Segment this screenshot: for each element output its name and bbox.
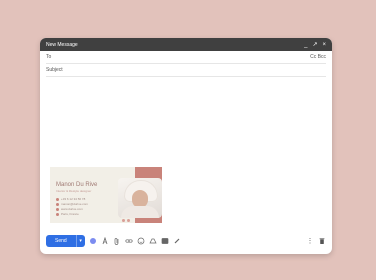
mail-icon: [56, 202, 59, 206]
message-body[interactable]: Manon Du Rive Interior & lifestyle desig…: [40, 77, 332, 237]
to-field[interactable]: To Cc Bcc: [46, 51, 326, 64]
email-signature: Manon Du Rive Interior & lifestyle desig…: [50, 167, 162, 223]
compose-titlebar[interactable]: New Message _ ↗ ×: [40, 38, 332, 51]
close-icon[interactable]: ×: [322, 42, 326, 48]
drive-icon[interactable]: [149, 237, 157, 245]
signature-photo: [118, 178, 162, 218]
compose-title: New Message: [46, 41, 78, 48]
photo-icon[interactable]: [161, 237, 169, 245]
emoji-icon[interactable]: [137, 237, 145, 245]
more-icon[interactable]: ⋮: [306, 237, 314, 245]
signature-role: Interior & lifestyle designer: [56, 189, 92, 193]
link-icon[interactable]: [125, 237, 133, 245]
globe-icon: [56, 207, 59, 211]
signature-pen-icon[interactable]: [173, 237, 181, 245]
signature-phone: +33 6 12 34 56 78: [56, 197, 85, 201]
attach-icon[interactable]: [113, 237, 121, 245]
signature-name: Manon Du Rive: [56, 182, 98, 188]
pin-icon: [56, 212, 59, 216]
expand-icon[interactable]: ↗: [312, 42, 317, 48]
send-options-icon[interactable]: ▾: [75, 235, 85, 247]
to-label: To: [46, 54, 52, 60]
compose-toolbar: Send ▾ ⋮: [46, 234, 326, 248]
minimize-icon[interactable]: _: [304, 42, 307, 48]
signature-address: Paris, France: [56, 212, 79, 216]
send-label: Send: [55, 238, 67, 244]
subject-field[interactable]: Subject: [46, 64, 326, 77]
signature-email: manon@durive.com: [56, 202, 88, 206]
cc-bcc-link[interactable]: Cc Bcc: [310, 54, 326, 60]
signature-website: www.durive.com: [56, 207, 83, 211]
send-button[interactable]: Send ▾: [46, 235, 85, 247]
format-color-icon[interactable]: [89, 237, 97, 245]
trash-icon[interactable]: [318, 237, 326, 245]
compose-window: New Message _ ↗ × To Cc Bcc Subject Mano…: [40, 38, 332, 254]
phone-icon: [56, 197, 59, 201]
signature-social-icons: [122, 219, 130, 222]
text-format-icon[interactable]: [101, 237, 109, 245]
subject-label: Subject: [46, 67, 63, 73]
